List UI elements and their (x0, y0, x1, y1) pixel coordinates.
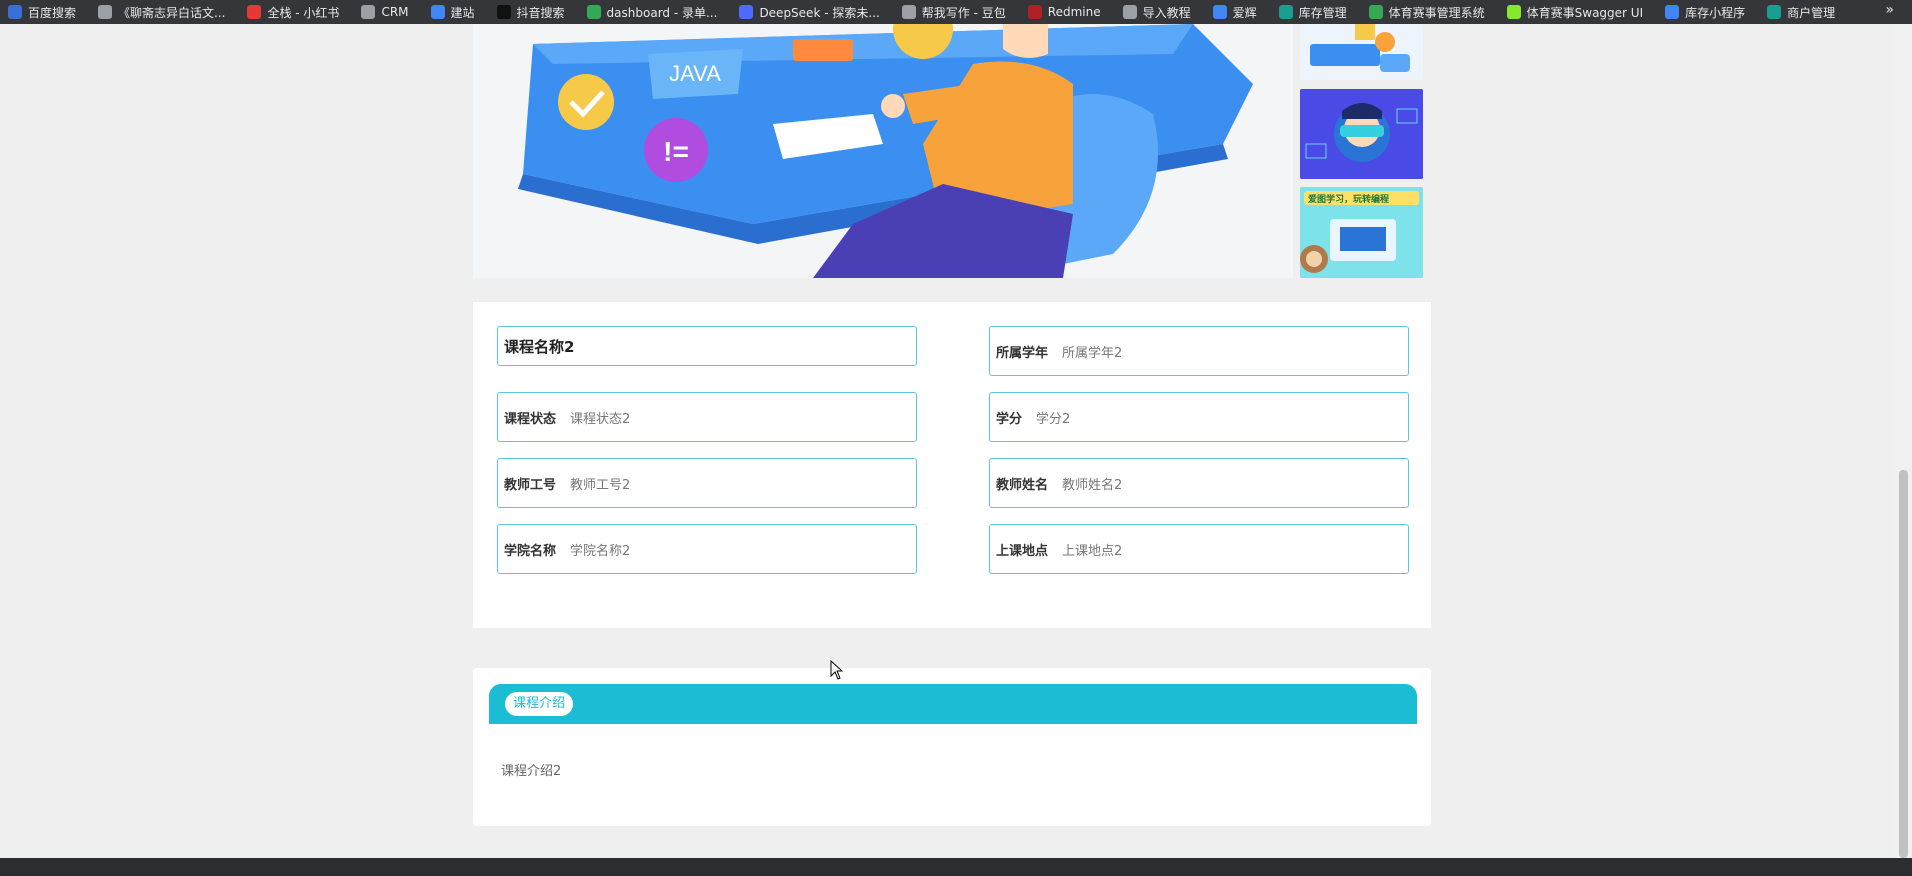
field-value: 学院名称2 (570, 543, 631, 559)
course-status-field: 课程状态 课程状态2 (497, 392, 917, 442)
bookmark-favicon-icon (1368, 5, 1383, 19)
field-label: 教师姓名 (996, 477, 1049, 493)
field-value: 上课地点2 (1062, 543, 1123, 559)
bookmark-favicon-icon (1506, 5, 1521, 19)
field-label: 学院名称 (504, 543, 557, 559)
bookmark-item[interactable]: 全栈 - 小红书 (247, 0, 339, 24)
bookmark-favicon-icon (98, 5, 113, 19)
field-label: 教师工号 (504, 477, 557, 493)
bookmark-item[interactable]: 导入教程 (1122, 0, 1191, 24)
bookmark-item[interactable]: 百度搜索 (8, 0, 76, 24)
course-intro-card: 课程介绍 课程介绍2 (473, 668, 1431, 826)
bookmark-label: 爱辉 (1232, 5, 1257, 20)
bookmark-item[interactable]: 库存小程序 (1665, 0, 1745, 24)
bookmark-item[interactable]: 商户管理 (1767, 0, 1835, 24)
academic-year-field: 所属学年 所属学年2 (989, 326, 1409, 376)
bookmark-item[interactable]: 抖音搜索 (496, 0, 565, 24)
bookmark-label: 《聊斋志异白话文... (118, 5, 226, 20)
bookmark-label: Redmine (1047, 5, 1101, 19)
classroom-location-field: 上课地点 上课地点2 (989, 524, 1409, 574)
course-info-card: 课程名称2 课程状态 课程状态2 教师工号 教师工号2 学院名称 学院名称2 所… (473, 302, 1431, 628)
bookmark-label: DeepSeek - 探索未... (759, 5, 880, 20)
banner-thumbnail-3[interactable]: 爱图学习，玩转编程 (1300, 187, 1423, 278)
bookmark-favicon-icon (586, 5, 601, 19)
field-label: 上课地点 (996, 543, 1049, 559)
bookmark-label: CRM (381, 5, 409, 19)
footer-strip (0, 858, 1912, 876)
bookmark-favicon-icon (8, 5, 22, 19)
bookmark-favicon-icon (901, 5, 916, 19)
field-value: 学分2 (1036, 411, 1071, 427)
banner-main-image[interactable]: JAVA != (473, 24, 1293, 278)
bookmark-item[interactable]: dashboard - 录单... (586, 0, 718, 24)
bookmark-favicon-icon (1027, 5, 1042, 19)
tab-course-intro[interactable]: 课程介绍 (505, 692, 574, 716)
bookmark-label: 帮我写作 - 豆包 (921, 5, 1006, 20)
field-value: 所属学年2 (1062, 345, 1123, 361)
bookmark-favicon-icon (496, 5, 511, 19)
credit-field: 学分 学分2 (989, 392, 1409, 442)
banner-thumbnail-2[interactable] (1300, 89, 1423, 179)
thumbnail-1-image (1300, 24, 1423, 80)
bookmark-favicon-icon (1212, 5, 1227, 19)
bookmark-item[interactable]: 体育赛事管理系统 (1368, 0, 1485, 24)
bookmark-label: dashboard - 录单... (606, 5, 718, 20)
field-value: 课程状态2 (570, 411, 631, 427)
bookmark-label: 全栈 - 小红书 (267, 5, 340, 20)
check-circle-icon (558, 74, 614, 130)
bookmark-favicon-icon (430, 5, 445, 19)
bookmark-favicon-icon (361, 5, 376, 19)
svg-text:!=: != (663, 136, 689, 167)
bookmark-favicon-icon (247, 5, 262, 19)
programmer-illustration: JAVA != (473, 24, 1293, 278)
course-banner: JAVA != 爱图学习，玩转编程 (473, 24, 1423, 278)
teacher-id-field: 教师工号 教师工号2 (497, 458, 917, 508)
bookmark-label: 库存管理 (1298, 5, 1347, 20)
field-value: 教师工号2 (570, 477, 631, 493)
bookmark-item[interactable]: 建站 (430, 0, 475, 24)
bookmark-item[interactable]: 爱辉 (1212, 0, 1257, 24)
intro-header: 课程介绍 (489, 684, 1417, 724)
bookmark-label: 体育赛事Swagger UI (1526, 5, 1644, 20)
bookmark-favicon-icon (1278, 5, 1293, 19)
bookmark-label: 抖音搜索 (516, 5, 565, 20)
bookmark-item[interactable]: 体育赛事Swagger UI (1506, 0, 1644, 24)
bookmark-label: 商户管理 (1787, 5, 1836, 20)
scrollbar-thumb[interactable] (1899, 470, 1908, 858)
bookmark-item[interactable]: CRM (361, 0, 409, 24)
page-scrollbar[interactable] (1895, 24, 1912, 858)
course-name-field: 课程名称2 (497, 326, 917, 366)
bookmark-favicon-icon (1665, 5, 1680, 19)
college-name-field: 学院名称 学院名称2 (497, 524, 917, 574)
bookmark-label: 导入教程 (1142, 5, 1191, 20)
java-tag-icon: JAVA (648, 49, 743, 99)
bookmark-label: 库存小程序 (1685, 5, 1746, 20)
intro-content: 课程介绍2 (501, 764, 562, 779)
bookmark-favicon-icon (1767, 5, 1782, 19)
bookmark-item[interactable]: DeepSeek - 探索未... (739, 0, 880, 24)
banner-thumbnail-1[interactable] (1300, 24, 1423, 80)
field-label: 学分 (996, 411, 1023, 427)
field-value: 教师姓名2 (1062, 477, 1123, 493)
teacher-name-field: 教师姓名 教师姓名2 (989, 458, 1409, 508)
bookmark-item[interactable]: Redmine (1027, 0, 1101, 24)
bookmark-item[interactable]: 库存管理 (1278, 0, 1347, 24)
bookmarks-bar: 百度搜索 《聊斋志异白话文... 全栈 - 小红书 CRM 建站 抖音搜索 dashboar… (0, 0, 1912, 24)
bookmark-label: 体育赛事管理系统 (1388, 5, 1485, 20)
bookmarks-overflow-button[interactable]: » (1885, 2, 1894, 18)
bookmark-label: 建站 (450, 5, 475, 20)
bookmark-item[interactable]: 《聊斋志异白话文... (98, 0, 225, 24)
bookmark-favicon-icon (739, 5, 754, 19)
thumbnail-3-promo-text: 爱图学习，玩转编程 (1308, 195, 1390, 205)
mouse-cursor-icon (830, 660, 844, 680)
field-label: 课程状态 (504, 411, 557, 427)
thumbnail-2-image (1300, 89, 1423, 179)
course-name-value: 课程名称2 (504, 337, 575, 356)
bookmark-label: 百度搜索 (28, 5, 77, 20)
field-label: 所属学年 (996, 345, 1049, 361)
java-label: JAVA (669, 61, 721, 86)
bookmark-favicon-icon (1122, 5, 1137, 19)
bookmark-item[interactable]: 帮我写作 - 豆包 (901, 0, 1006, 24)
